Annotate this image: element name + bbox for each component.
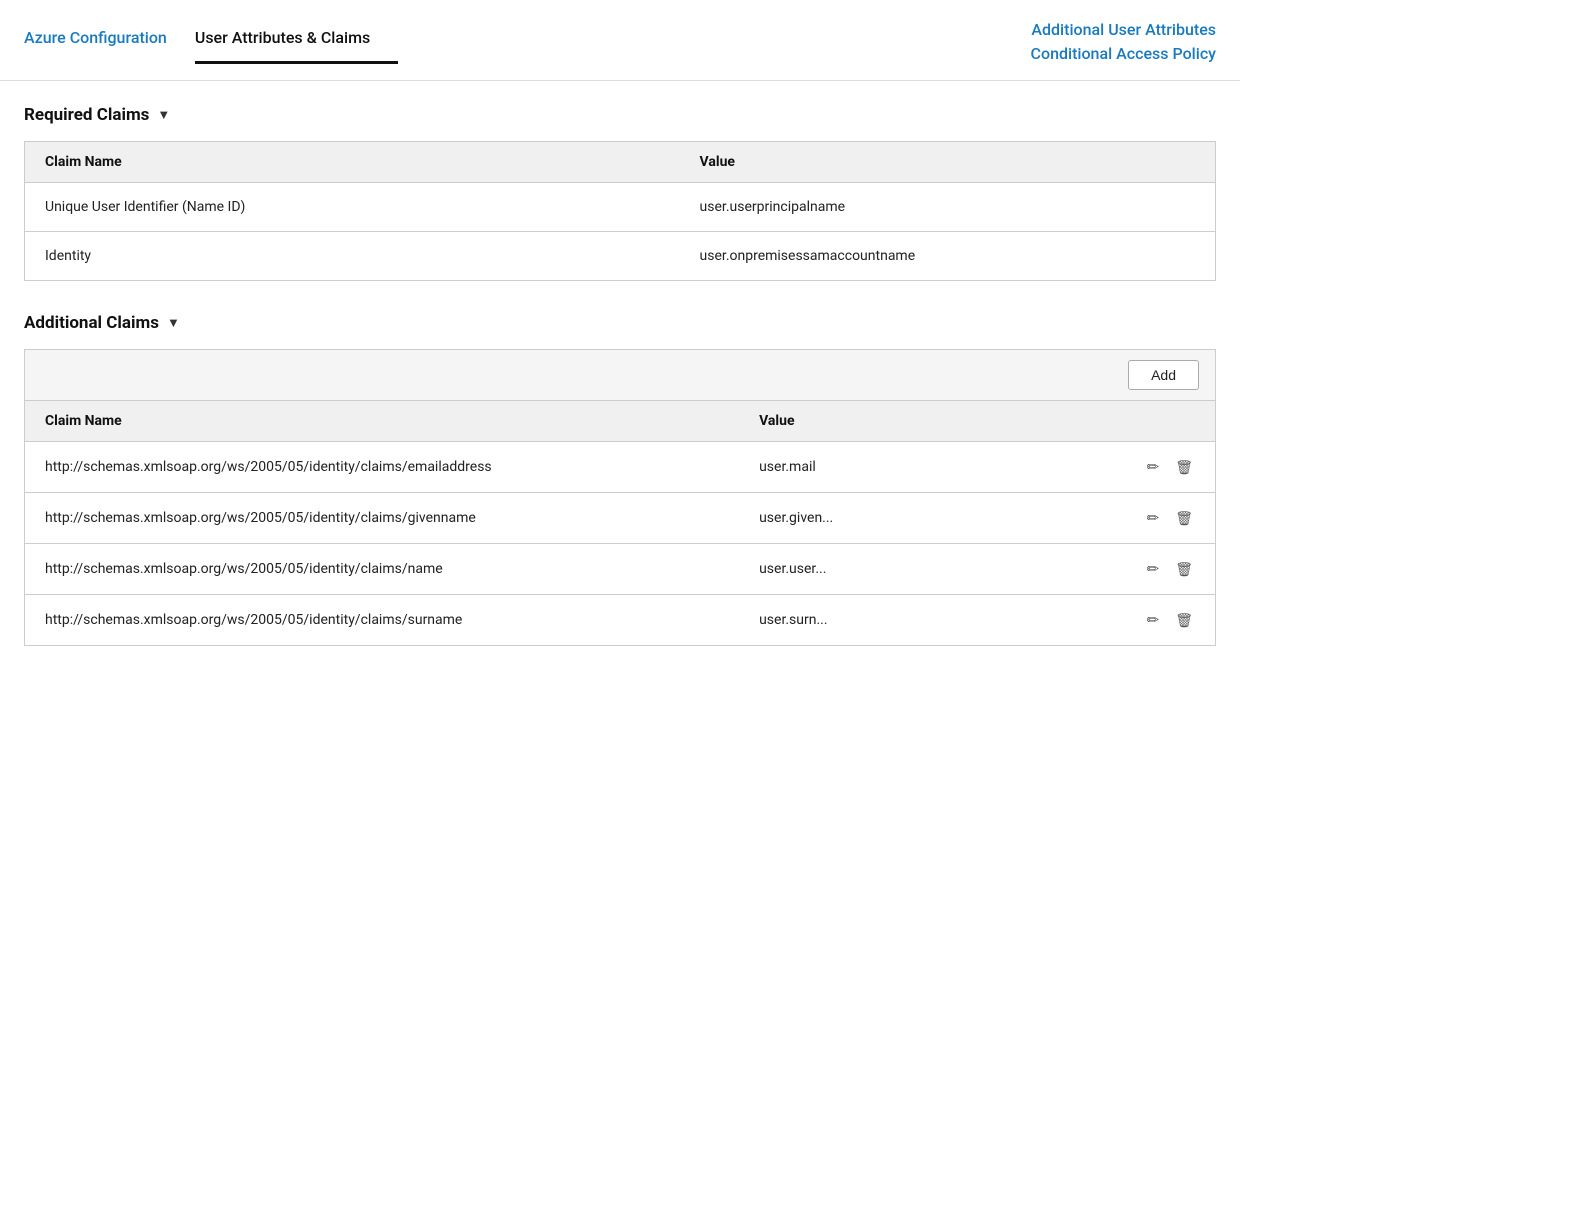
edit-claim-button-1[interactable]	[1145, 507, 1162, 529]
additional-claims-chevron: ▼	[167, 315, 180, 331]
required-claim-name-1: Identity	[25, 232, 680, 281]
required-claims-chevron: ▼	[157, 107, 170, 123]
top-nav: Azure Configuration User Attributes & Cl…	[0, 0, 1240, 81]
additional-claim-actions-2	[1037, 544, 1216, 595]
additional-claim-value-0: user.mail	[739, 442, 1037, 493]
table-row: Unique User Identifier (Name ID) user.us…	[25, 183, 1216, 232]
additional-claim-actions-3	[1037, 595, 1216, 646]
nav-additional-user-attributes[interactable]: Additional User Attributes	[1031, 18, 1216, 42]
additional-claim-actions-1	[1037, 493, 1216, 544]
additional-claim-actions-0	[1037, 442, 1216, 493]
required-claims-table: Claim Name Value Unique User Identifier …	[24, 141, 1216, 281]
additional-claims-col-actions	[1037, 401, 1216, 442]
edit-claim-button-2[interactable]	[1145, 558, 1162, 580]
delete-claim-button-3[interactable]	[1173, 610, 1195, 631]
additional-claims-col-name: Claim Name	[25, 401, 740, 442]
additional-claim-value-3: user.surn...	[739, 595, 1037, 646]
required-claims-label: Required Claims	[24, 105, 149, 125]
additional-claims-label: Additional Claims	[24, 313, 159, 333]
pencil-icon	[1147, 612, 1160, 629]
pencil-icon	[1147, 561, 1160, 578]
required-claim-value-0: user.userprincipalname	[680, 183, 1216, 232]
edit-claim-button-3[interactable]	[1145, 609, 1162, 631]
additional-claim-name-2: http://schemas.xmlsoap.org/ws/2005/05/id…	[25, 544, 740, 595]
required-claims-heading[interactable]: Required Claims ▼	[24, 105, 1216, 125]
required-claim-name-0: Unique User Identifier (Name ID)	[25, 183, 680, 232]
trash-icon	[1175, 510, 1193, 527]
table-row: http://schemas.xmlsoap.org/ws/2005/05/id…	[25, 442, 1216, 493]
nav-conditional-access-policy[interactable]: Conditional Access Policy	[1031, 42, 1216, 66]
additional-claim-name-0: http://schemas.xmlsoap.org/ws/2005/05/id…	[25, 442, 740, 493]
required-claims-col-name: Claim Name	[25, 142, 680, 183]
trash-icon	[1175, 459, 1193, 476]
additional-claim-name-3: http://schemas.xmlsoap.org/ws/2005/05/id…	[25, 595, 740, 646]
additional-claims-table: Add Claim Name Value http://schemas.xmls…	[24, 349, 1216, 646]
required-claim-value-1: user.onpremisessamaccountname	[680, 232, 1216, 281]
table-row: http://schemas.xmlsoap.org/ws/2005/05/id…	[25, 544, 1216, 595]
nav-azure-config[interactable]: Azure Configuration	[24, 18, 195, 61]
additional-claims-col-value: Value	[739, 401, 1037, 442]
table-row: Identity user.onpremisessamaccountname	[25, 232, 1216, 281]
pencil-icon	[1147, 459, 1160, 476]
pencil-icon	[1147, 510, 1160, 527]
add-claim-button[interactable]: Add	[1128, 360, 1199, 390]
table-row: http://schemas.xmlsoap.org/ws/2005/05/id…	[25, 493, 1216, 544]
additional-claim-value-1: user.given...	[739, 493, 1037, 544]
required-claims-col-value: Value	[680, 142, 1216, 183]
table-row: http://schemas.xmlsoap.org/ws/2005/05/id…	[25, 595, 1216, 646]
nav-right-links: Additional User Attributes Conditional A…	[1031, 18, 1216, 80]
additional-claims-heading[interactable]: Additional Claims ▼	[24, 313, 1216, 333]
delete-claim-button-1[interactable]	[1173, 508, 1195, 529]
trash-icon	[1175, 612, 1193, 629]
delete-claim-button-0[interactable]	[1173, 457, 1195, 478]
edit-claim-button-0[interactable]	[1145, 456, 1162, 478]
delete-claim-button-2[interactable]	[1173, 559, 1195, 580]
nav-user-attributes[interactable]: User Attributes & Claims	[195, 18, 398, 64]
additional-claim-name-1: http://schemas.xmlsoap.org/ws/2005/05/id…	[25, 493, 740, 544]
additional-claims-toolbar: Add	[25, 350, 1216, 401]
main-content: Required Claims ▼ Claim Name Value Uniqu…	[0, 81, 1240, 670]
trash-icon	[1175, 561, 1193, 578]
additional-claim-value-2: user.user...	[739, 544, 1037, 595]
